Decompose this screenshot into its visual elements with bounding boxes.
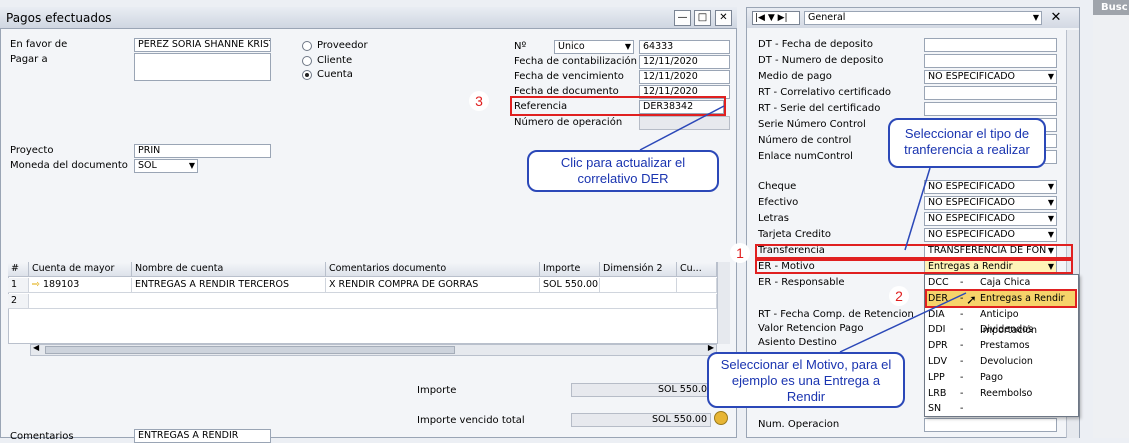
callout-tipo-transferencia: Seleccionar el tipo de tranferencia a re… — [888, 118, 1046, 168]
callout-pointers — [639, 105, 967, 353]
step-1-badge: 1 — [730, 243, 750, 263]
corner-search-tab[interactable]: Busc — [1093, 0, 1129, 15]
step-2-badge: 2 — [889, 286, 909, 306]
step-3-badge: 3 — [469, 91, 489, 111]
corner-search-strip — [1093, 0, 1129, 438]
callout-motivo: Seleccionar el Motivo, para el ejemplo e… — [707, 352, 905, 408]
callout-der-correlativo: Clic para actualizar el correlativo DER — [527, 150, 719, 192]
mouse-cursor-icon: ➚ — [966, 293, 977, 308]
